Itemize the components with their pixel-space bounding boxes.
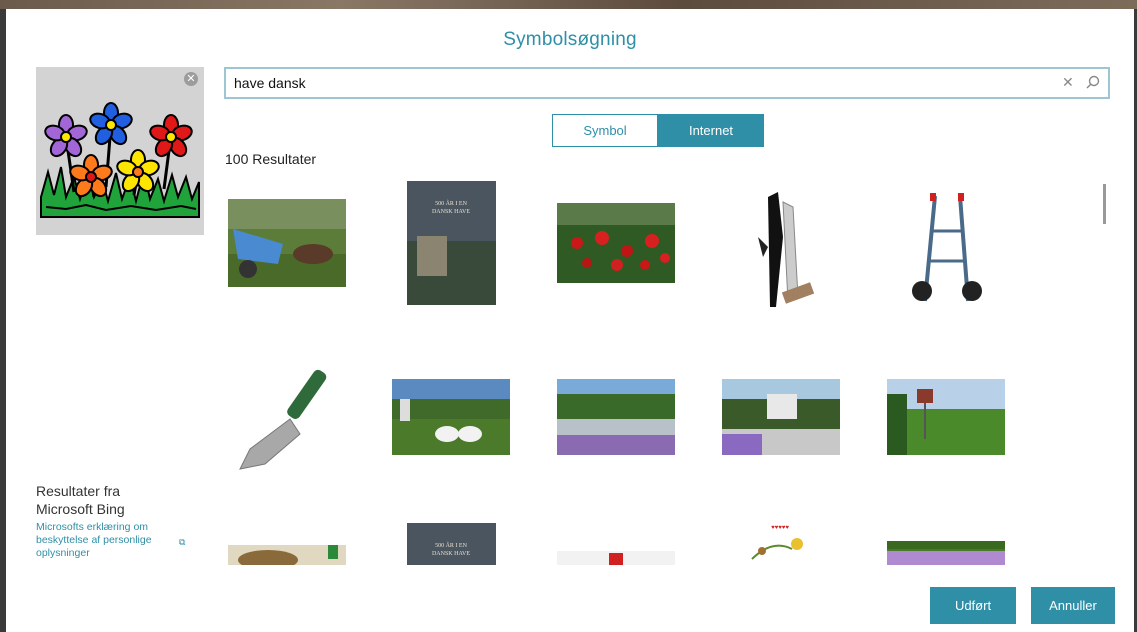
red-roses-image[interactable] [557,203,675,283]
garden-trowel-image[interactable] [230,359,346,475]
tab-internet[interactable]: Internet [658,114,764,147]
svg-text:500 ÅR I EN: 500 ÅR I EN [435,541,467,549]
floral-illustration-image[interactable]: ♥♥♥♥♥ [722,519,840,565]
park-fountain-image[interactable] [557,379,675,455]
provider-label: Microsoft Bing [36,501,125,517]
dialog-title: Symbolsøgning [503,29,637,50]
bing-attribution: Resultater fra Microsoft Bing [36,482,125,518]
results-scrollbar[interactable] [1103,184,1106,224]
symbol-search-dialog: Symbolsøgning ✕ have dansk ✕ Symbol Inte… [6,9,1134,632]
svg-text:500 ÅR I EN: 500 ÅR I EN [435,199,467,207]
svg-text:DANSK HAVE: DANSK HAVE [432,551,470,557]
book-cover-image[interactable]: 500 ÅR I EN DANSK HAVE [407,181,496,305]
selected-symbol-preview [36,67,204,235]
search-input[interactable] [234,73,1054,93]
done-button[interactable]: Udført [930,587,1016,624]
tab-symbol[interactable]: Symbol [552,114,658,147]
garden-birdhouse-image[interactable] [887,379,1005,455]
search-icon[interactable] [1086,75,1100,94]
wheelbarrow-garden-image[interactable] [228,199,346,287]
pruning-shears-image[interactable] [738,187,818,307]
external-link-icon[interactable]: ⧉ [179,537,185,548]
svg-text:♥♥♥♥♥: ♥♥♥♥♥ [771,525,789,531]
background-strip [0,0,1137,9]
food-plate-image[interactable] [228,545,346,565]
garden-gazebo-image[interactable] [722,379,840,455]
remove-symbol-button[interactable]: ✕ [184,72,198,86]
flowers-symbol-image [40,102,200,218]
logo-card-image[interactable] [557,551,675,565]
source-toggle: Symbol Internet [552,114,764,147]
results-count: 100 Resultater [225,151,317,167]
svg-text:DANSK HAVE: DANSK HAVE [432,209,470,215]
book-cover-image-2[interactable]: 500 ÅR I EN DANSK HAVE [407,523,496,565]
flowerbed-image[interactable] [887,541,1005,565]
cancel-button[interactable]: Annuller [1031,587,1115,624]
privacy-link[interactable]: Microsofts erklæring om beskyttelse af p… [36,521,176,560]
results-grid: 500 ÅR I EN DANSK HAVE 500 ÅR I EN DANSK… [224,179,1094,565]
swan-sculptures-image[interactable] [392,379,510,455]
hand-truck-image[interactable] [890,191,1008,315]
results-from-label: Resultater fra [36,483,121,499]
close-icon[interactable]: ✕ [1062,74,1074,91]
search-box: ✕ [224,67,1110,99]
